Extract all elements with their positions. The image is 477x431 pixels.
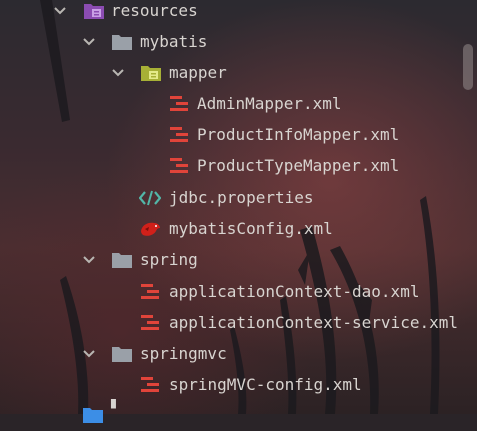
tree-node-label: mybatisConfig.xml — [169, 219, 333, 238]
xml-file-icon — [139, 282, 161, 302]
tree-node-label: ProductTypeMapper.xml — [197, 156, 400, 175]
tree-node-springmvc[interactable]: springmvc — [0, 339, 460, 370]
tree-node-mapper[interactable]: mapper — [0, 58, 460, 89]
folder-icon — [82, 405, 104, 425]
tree-node-spring[interactable]: spring — [0, 245, 460, 276]
xml-file-icon — [168, 156, 190, 176]
tree-node-label: spring — [140, 250, 198, 269]
tree-file-jdbc-properties[interactable]: jdbc.properties — [0, 183, 460, 214]
tree-node-partial[interactable]: ▘ — [0, 399, 460, 431]
properties-file-icon — [139, 188, 161, 208]
chevron-down-icon[interactable] — [82, 347, 96, 361]
chevron-down-icon[interactable] — [82, 253, 96, 267]
tree-file-producttype-mapper[interactable]: ProductTypeMapper.xml — [0, 151, 460, 182]
tree-node-label: mybatis — [140, 32, 208, 51]
tree-node-label: applicationContext-service.xml — [169, 313, 458, 332]
tree-node-label: resources — [111, 1, 198, 20]
tree-file-app-context-dao[interactable]: applicationContext-dao.xml — [0, 277, 460, 308]
xml-file-icon — [168, 94, 190, 114]
folder-icon — [111, 344, 133, 364]
mybatis-bird-icon — [139, 219, 161, 239]
tree-node-label: AdminMapper.xml — [197, 94, 342, 113]
tree-node-resources[interactable]: resources — [0, 0, 460, 27]
tree-file-app-context-service[interactable]: applicationContext-service.xml — [0, 308, 460, 339]
tree-node-label: springMVC-config.xml — [169, 375, 362, 394]
tree-file-mybatis-config[interactable]: mybatisConfig.xml — [0, 214, 460, 245]
xml-file-icon — [168, 125, 190, 145]
tree-node-label: springmvc — [140, 344, 227, 363]
tree-node-label: jdbc.properties — [169, 188, 314, 207]
tree-node-label: ProductInfoMapper.xml — [197, 125, 400, 144]
tree-node-label: ▘ — [111, 399, 121, 418]
chevron-down-icon[interactable] — [53, 4, 67, 18]
package-folder-icon — [140, 63, 162, 83]
chevron-down-icon[interactable] — [111, 66, 125, 80]
chevron-down-icon[interactable] — [82, 35, 96, 49]
project-tree: resources mybatis mapper AdminMapper.xml… — [0, 0, 477, 423]
resources-root-icon — [83, 1, 105, 21]
tree-file-admin-mapper[interactable]: AdminMapper.xml — [0, 89, 460, 120]
folder-icon — [111, 32, 133, 52]
folder-icon — [111, 250, 133, 270]
tree-file-productinfo-mapper[interactable]: ProductInfoMapper.xml — [0, 120, 460, 151]
tree-node-mybatis[interactable]: mybatis — [0, 27, 460, 58]
tree-file-springmvc-config[interactable]: springMVC-config.xml — [0, 370, 460, 401]
tree-node-label: applicationContext-dao.xml — [169, 282, 420, 301]
xml-file-icon — [139, 375, 161, 395]
xml-file-icon — [139, 313, 161, 333]
tree-node-label: mapper — [169, 63, 227, 82]
